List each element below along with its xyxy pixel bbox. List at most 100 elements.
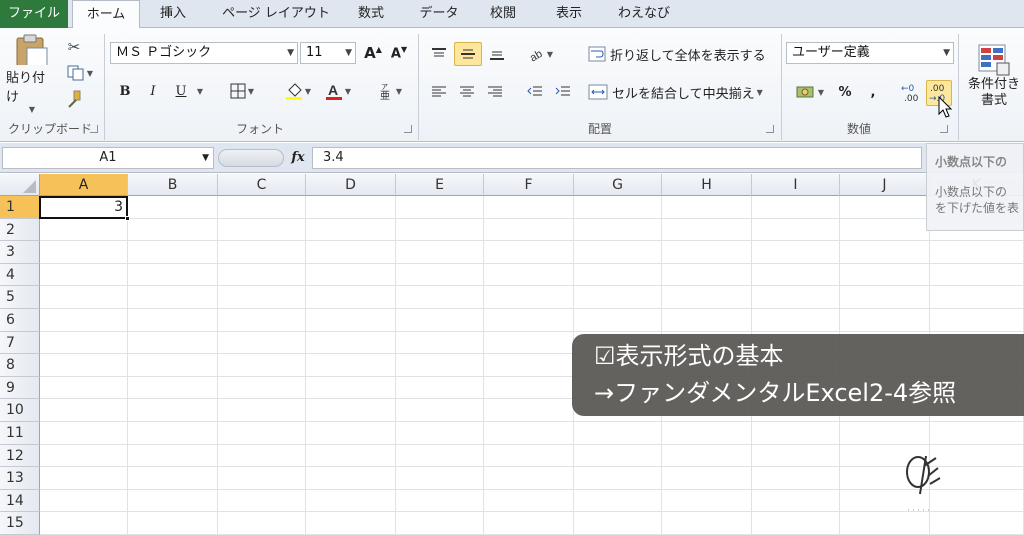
formula-input[interactable]: 3.4 (312, 147, 922, 169)
font-color-button[interactable]: A ▼ (320, 80, 356, 102)
italic-button[interactable]: I (142, 80, 164, 102)
row-header-2[interactable]: 2 (0, 218, 40, 242)
row-header-7[interactable]: 7 (0, 331, 40, 355)
format-painter-button[interactable] (62, 88, 86, 110)
cut-button[interactable]: ✂ (62, 36, 86, 58)
tooltip-title: 小数点以下の (935, 155, 1008, 169)
row-header-5[interactable]: 5 (0, 286, 40, 309)
row-header-1[interactable]: 1 (0, 196, 40, 219)
fill-color-button[interactable]: ▼ (280, 80, 316, 102)
column-header-c[interactable]: C (218, 174, 306, 196)
tab-home[interactable]: ホーム (72, 0, 140, 29)
chevron-down-icon: ▼ (202, 153, 209, 163)
mouse-cursor-icon (938, 96, 953, 118)
increase-decimal-button[interactable]: ←0.00 (898, 80, 924, 106)
tab-view[interactable]: 表示 (544, 0, 594, 28)
accounting-format-button[interactable]: ▼ (790, 80, 830, 104)
alignment-launcher-icon[interactable] (766, 125, 774, 133)
font-name-select[interactable]: ＭＳ Ｐゴシック ▼ (110, 42, 298, 64)
column-header-a[interactable]: A (40, 174, 128, 196)
increase-indent-button[interactable] (550, 80, 576, 104)
chevron-down-icon: ▼ (546, 49, 554, 59)
align-right-button[interactable] (482, 80, 508, 104)
clipboard-launcher-icon[interactable] (90, 125, 98, 133)
fill-handle[interactable] (125, 216, 130, 221)
orientation-button[interactable]: ab ▼ (522, 42, 558, 66)
borders-button[interactable]: ▼ (222, 80, 262, 102)
decrease-decimal-tooltip: 小数点以下の 小数点以下の を下げた値を表 (926, 143, 1024, 231)
row-header-11[interactable]: 11 (0, 422, 40, 445)
phonetic-button[interactable]: ア亜 ▼ (372, 80, 408, 102)
select-all-corner[interactable] (0, 174, 40, 196)
align-middle-button[interactable] (454, 42, 482, 66)
tab-formulas[interactable]: 数式 (346, 0, 396, 28)
decrease-indent-button[interactable] (522, 80, 548, 104)
grid-row-line (40, 488, 1024, 490)
merge-center-label: セルを結合して中央揃え (612, 86, 755, 102)
select-all-icon (23, 180, 36, 193)
copy-button[interactable]: ▼ (62, 62, 98, 84)
row-header-14[interactable]: 14 (0, 489, 40, 513)
percent-style-button[interactable]: % (834, 80, 856, 104)
grow-font-button[interactable]: A▲ (362, 42, 384, 64)
clipboard-paste-icon (16, 34, 48, 65)
tab-insert[interactable]: 挿入 (148, 0, 198, 28)
chevron-down-icon: ▼ (344, 86, 352, 96)
column-header-j[interactable]: J (840, 174, 930, 196)
row-header-6[interactable]: 6 (0, 309, 40, 332)
wrap-text-button[interactable]: 折り返して全体を表示する (588, 42, 774, 66)
shrink-font-icon: A▼ (390, 44, 408, 62)
underline-button[interactable]: U (170, 80, 192, 102)
cell-a1[interactable]: 3 (39, 196, 128, 219)
column-header-d[interactable]: D (306, 174, 396, 196)
decrease-indent-icon (527, 86, 542, 96)
conditional-formatting-button[interactable]: 条件付き 書式 (964, 34, 1024, 118)
svg-text:A: A (328, 82, 338, 98)
align-bottom-button[interactable] (484, 42, 510, 66)
row-header-10[interactable]: 10 (0, 399, 40, 422)
paste-button[interactable]: 貼り付け ▼ (6, 34, 56, 114)
column-header-f[interactable]: F (484, 174, 574, 196)
alignment-group-label: 配置 (587, 122, 612, 136)
tab-review[interactable]: 校閲 (478, 0, 528, 28)
row-header-3[interactable]: 3 (0, 241, 40, 264)
name-box[interactable]: A1 ▼ (2, 147, 214, 169)
row-header-8[interactable]: 8 (0, 354, 40, 377)
increase-indent-icon (555, 86, 570, 96)
row-header-4[interactable]: 4 (0, 263, 40, 287)
row-header-9[interactable]: 9 (0, 376, 40, 400)
row-header-13[interactable]: 13 (0, 467, 40, 490)
tab-page-layout[interactable]: ページ レイアウト (212, 0, 340, 28)
grid-row-line (40, 285, 1024, 287)
align-left-button[interactable] (426, 80, 452, 104)
shrink-font-button[interactable]: A▼ (388, 42, 410, 64)
formula-bar-resize-handle[interactable] (218, 149, 284, 167)
align-center-button[interactable] (454, 80, 480, 104)
column-header-i[interactable]: I (752, 174, 840, 196)
merge-center-button[interactable]: セルを結合して中央揃え ▼ (588, 80, 776, 104)
clipboard-group-label: クリップボード (7, 122, 92, 136)
number-launcher-icon[interactable] (940, 125, 948, 133)
column-header-h[interactable]: H (662, 174, 752, 196)
column-header-b[interactable]: B (128, 174, 218, 196)
bold-button[interactable]: B (114, 80, 136, 102)
font-launcher-icon[interactable] (404, 125, 412, 133)
comma-style-button[interactable]: , (862, 80, 884, 104)
number-format-select[interactable]: ユーザー定義 ▼ (786, 42, 954, 64)
row-header-12[interactable]: 12 (0, 444, 40, 468)
tab-waenavi[interactable]: わえなび (608, 0, 680, 28)
caption-overlay: ☑表示形式の基本 →ファンダメンタルExcel2-4参照 (572, 334, 1024, 416)
tab-data[interactable]: データ (412, 0, 466, 28)
tab-file[interactable]: ファイル (0, 0, 68, 28)
paint-bucket-icon (285, 83, 302, 100)
row-header-15[interactable]: 15 (0, 512, 40, 535)
tooltip-line-2: を下げた値を表 (935, 201, 1020, 215)
font-size-select[interactable]: 11 ▼ (300, 42, 356, 64)
chevron-down-icon: ▼ (247, 86, 255, 96)
column-header-e[interactable]: E (396, 174, 484, 196)
caption-line-1: ☑表示形式の基本 (594, 342, 784, 370)
align-top-button[interactable] (426, 42, 452, 66)
underline-dropdown[interactable]: ▼ (192, 80, 206, 102)
insert-function-button[interactable]: fx (288, 148, 308, 168)
column-header-g[interactable]: G (574, 174, 662, 196)
